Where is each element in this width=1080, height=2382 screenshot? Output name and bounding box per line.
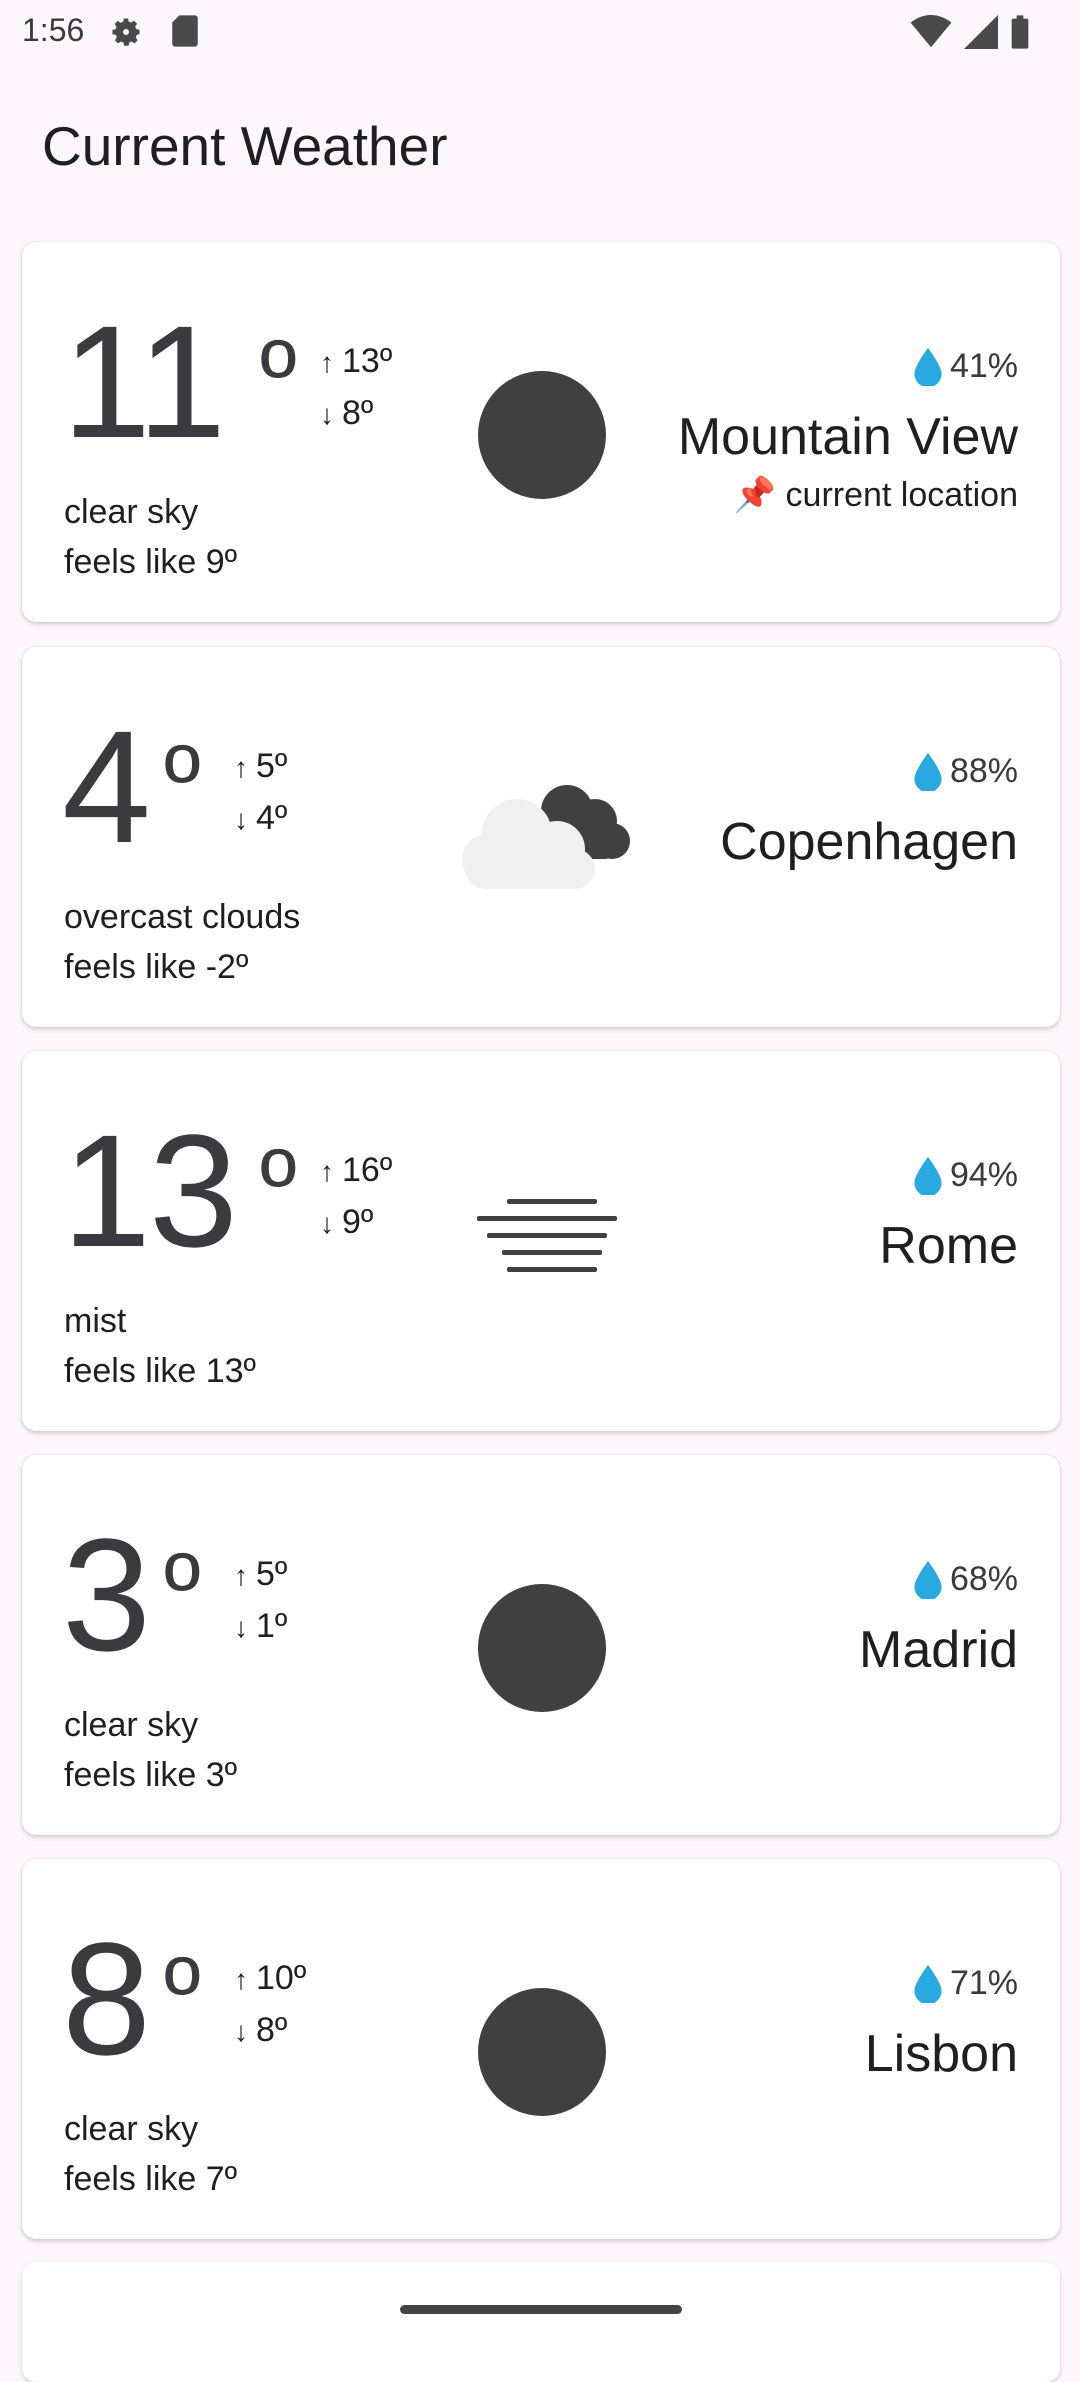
high-temp: 5º [256,1555,288,1593]
degree-symbol: º [260,1129,297,1241]
condition-text: clear sky [64,493,199,531]
humidity-value: 68% [949,1560,1018,1598]
arrow-up-icon: ↑ [234,752,248,783]
weather-card[interactable]: 3 º ↑ 5º ↓ 1º clear sky feels like 3º 68% … [22,1455,1060,1835]
city-name: Mountain View [677,408,1018,466]
weather-description: overcast clouds feels like -2º [64,892,300,992]
weather-icon [477,1987,607,2122]
gesture-nav-handle[interactable] [400,2305,682,2314]
wifi-icon [910,15,952,48]
high-temp: 10º [256,1959,307,1997]
weather-icon [462,1189,622,1294]
clear-sky-icon [478,1988,606,2116]
weather-card[interactable]: 8 º ↑ 10º ↓ 8º clear sky feels like 7º 71%… [22,1859,1060,2239]
condition-text: clear sky [64,2110,199,2148]
feels-like-text: feels like 3º [64,1756,238,1794]
clear-sky-icon [478,371,606,499]
arrow-down-icon: ↓ [234,1612,248,1643]
arrow-down-icon: ↓ [320,399,334,430]
weather-card[interactable]: 13 º ↑ 16º ↓ 9º mist feels like 13º 94% Ro… [22,1051,1060,1431]
weather-card-partial[interactable] [22,2262,1060,2382]
degree-symbol: º [164,1533,201,1645]
humidity-drop-icon [914,1964,942,2003]
weather-description: clear sky feels like 9º [64,487,237,587]
arrow-down-icon: ↓ [234,2016,248,2047]
overcast-clouds-icon [462,785,630,889]
low-temp: 8º [342,394,374,432]
condition-text: clear sky [64,1706,199,1744]
arrow-up-icon: ↑ [320,1156,334,1187]
condition-text: mist [64,1302,127,1340]
humidity-drop-icon [914,347,942,386]
high-low: ↑ 5º ↓ 1º [234,1549,287,1653]
sd-card-icon [172,15,198,47]
humidity: 94% [914,1156,1018,1195]
high-temp: 16º [342,1151,393,1189]
feels-like-text: feels like 13º [64,1352,256,1390]
feels-like-text: feels like 9º [64,543,238,581]
degree-symbol: º [164,725,201,837]
high-low: ↑ 5º ↓ 4º [234,741,287,845]
high-temp: 13º [342,342,393,380]
high-low: ↑ 16º ↓ 9º [320,1145,392,1249]
temperature: 4 [62,697,151,876]
arrow-down-icon: ↓ [320,1208,334,1239]
weather-icon [447,769,637,904]
high-low: ↑ 10º ↓ 8º [234,1953,306,2057]
weather-description: clear sky feels like 7º [64,2104,237,2204]
degree-symbol: º [260,320,297,432]
status-time: 1:56 [22,12,85,48]
mist-icon [477,1199,617,1272]
temperature: 13 [62,1101,238,1280]
city-name: Madrid [859,1621,1018,1679]
weather-description: clear sky feels like 3º [64,1700,237,1800]
low-temp: 8º [256,2011,288,2049]
battery-icon [1011,15,1029,49]
humidity: 88% [914,752,1018,791]
high-temp: 5º [256,747,288,785]
arrow-down-icon: ↓ [234,804,248,835]
current-location-label: 📌 current location [733,476,1018,514]
clear-sky-icon [478,1584,606,1712]
humidity-value: 88% [949,752,1018,790]
weather-description: mist feels like 13º [64,1296,256,1396]
humidity-value: 71% [949,1964,1018,2002]
weather-icon [477,370,607,505]
feels-like-text: feels like 7º [64,2160,238,2198]
humidity-drop-icon [914,752,942,791]
condition-text: overcast clouds [64,898,301,936]
low-temp: 9º [342,1203,374,1241]
weather-card[interactable]: 11 º ↑ 13º ↓ 8º clear sky feels like 9º 41… [22,242,1060,622]
page-title: Current Weather [42,115,448,177]
feels-like-text: feels like -2º [64,948,249,986]
humidity: 68% [914,1560,1018,1599]
weather-card[interactable]: 4 º ↑ 5º ↓ 4º overcast clouds feels like -… [22,647,1060,1027]
temperature: 3 [62,1505,151,1684]
humidity-drop-icon [914,1156,942,1195]
city-name: Rome [879,1217,1018,1275]
temperature: 11 [62,292,226,471]
arrow-up-icon: ↑ [234,1964,248,1995]
low-temp: 1º [256,1607,288,1645]
status-bar: 1:56 [0,0,1080,64]
weather-icon [477,1583,607,1718]
degree-symbol: º [164,1937,201,2049]
humidity-drop-icon [914,1560,942,1599]
arrow-up-icon: ↑ [234,1560,248,1591]
humidity: 71% [914,1964,1018,2003]
high-low: ↑ 13º ↓ 8º [320,336,392,440]
city-name: Lisbon [864,2025,1018,2083]
humidity-value: 94% [949,1156,1018,1194]
city-name: Copenhagen [720,813,1018,871]
settings-gear-icon [112,18,140,46]
cell-signal-icon [964,15,998,49]
low-temp: 4º [256,799,288,837]
temperature: 8 [62,1909,151,2088]
humidity-value: 41% [949,347,1018,385]
humidity: 41% [914,347,1018,386]
arrow-up-icon: ↑ [320,347,334,378]
